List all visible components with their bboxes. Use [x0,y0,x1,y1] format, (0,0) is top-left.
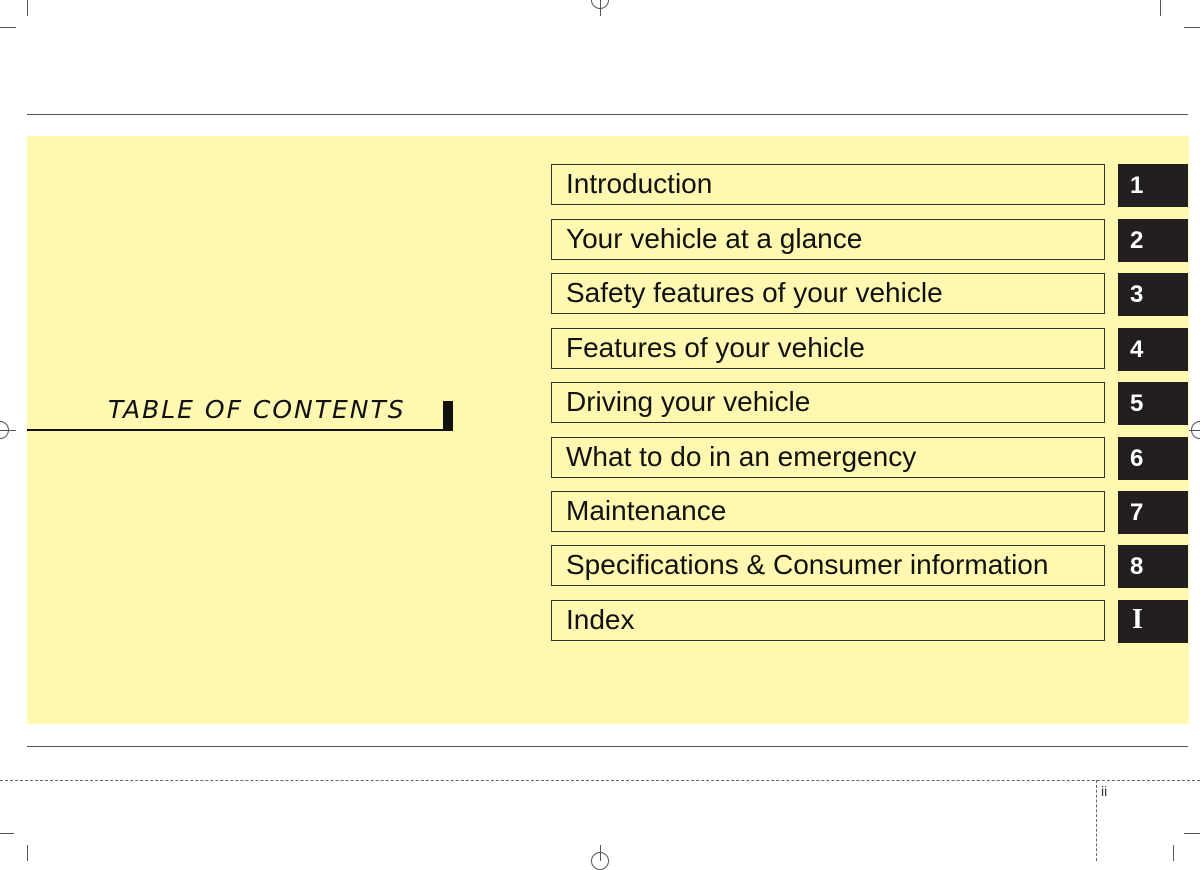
crop-mark [1160,0,1161,16]
toc-entry-label: What to do in an emergency [566,441,917,472]
chapter-tab-number: 3 [1130,281,1144,308]
crop-mark [1184,833,1200,834]
footer-rule [27,746,1188,747]
chapter-tab-5[interactable]: 5 [1118,382,1188,425]
chapter-tab-4[interactable]: 4 [1118,328,1188,371]
chapter-tab-number: 6 [1130,445,1144,472]
registration-mark-top [600,0,601,16]
chapter-tab-2[interactable]: 2 [1118,219,1188,262]
toc-entry-label: Your vehicle at a glance [566,223,863,254]
toc-entry-label: Specifications & Consumer information [566,549,1049,580]
chapter-tab-number: 1 [1130,172,1144,199]
toc-entry-features[interactable]: Features of your vehicle [551,328,1105,369]
chapter-tab-number: I [1132,604,1143,635]
toc-entry-maintenance[interactable]: Maintenance [551,491,1105,532]
chapter-tab-number: 8 [1130,553,1144,580]
section-title-underline [27,429,453,431]
section-title: TABLE OF CONTENTS [108,395,406,424]
crop-mark [27,0,28,16]
chapter-tab-6[interactable]: 6 [1118,437,1188,480]
crop-mark [27,845,28,861]
trim-line-vertical [1096,780,1097,861]
toc-entry-label: Index [566,604,635,635]
toc-entry-safety-features[interactable]: Safety features of your vehicle [551,273,1105,314]
trim-line-horizontal [0,780,1200,781]
chapter-tab-number: 5 [1130,390,1144,417]
toc-entry-label: Driving your vehicle [566,386,811,417]
toc-entry-label: Maintenance [566,495,727,526]
chapter-tab-7[interactable]: 7 [1118,491,1188,534]
registration-mark-bottom [600,845,601,861]
chapter-tab-number: 4 [1130,336,1144,363]
chapter-tab-index[interactable]: I [1118,600,1188,643]
chapter-tab-number: 2 [1130,227,1144,254]
toc-entry-index[interactable]: Index [551,600,1105,641]
toc-entry-introduction[interactable]: Introduction [551,164,1105,205]
toc-entry-label: Features of your vehicle [566,332,865,363]
crop-mark [0,833,14,834]
chapter-tab-number: 7 [1130,499,1144,526]
registration-mark-left [0,430,16,431]
toc-entry-driving[interactable]: Driving your vehicle [551,382,1105,423]
page-number: ii [1101,783,1108,799]
toc-entry-emergency[interactable]: What to do in an emergency [551,437,1105,478]
crop-mark [0,27,16,28]
chapter-tab-1[interactable]: 1 [1118,164,1188,207]
toc-entry-label: Safety features of your vehicle [566,277,943,308]
crop-mark [1184,27,1200,28]
chapter-tab-3[interactable]: 3 [1118,273,1188,316]
chapter-tab-8[interactable]: 8 [1118,545,1188,588]
header-rule [27,114,1188,115]
section-title-marker [443,401,453,431]
toc-entry-specifications[interactable]: Specifications & Consumer information [551,545,1105,586]
toc-entry-label: Introduction [566,168,713,199]
crop-mark [1173,845,1174,861]
toc-entry-vehicle-at-a-glance[interactable]: Your vehicle at a glance [551,219,1105,260]
